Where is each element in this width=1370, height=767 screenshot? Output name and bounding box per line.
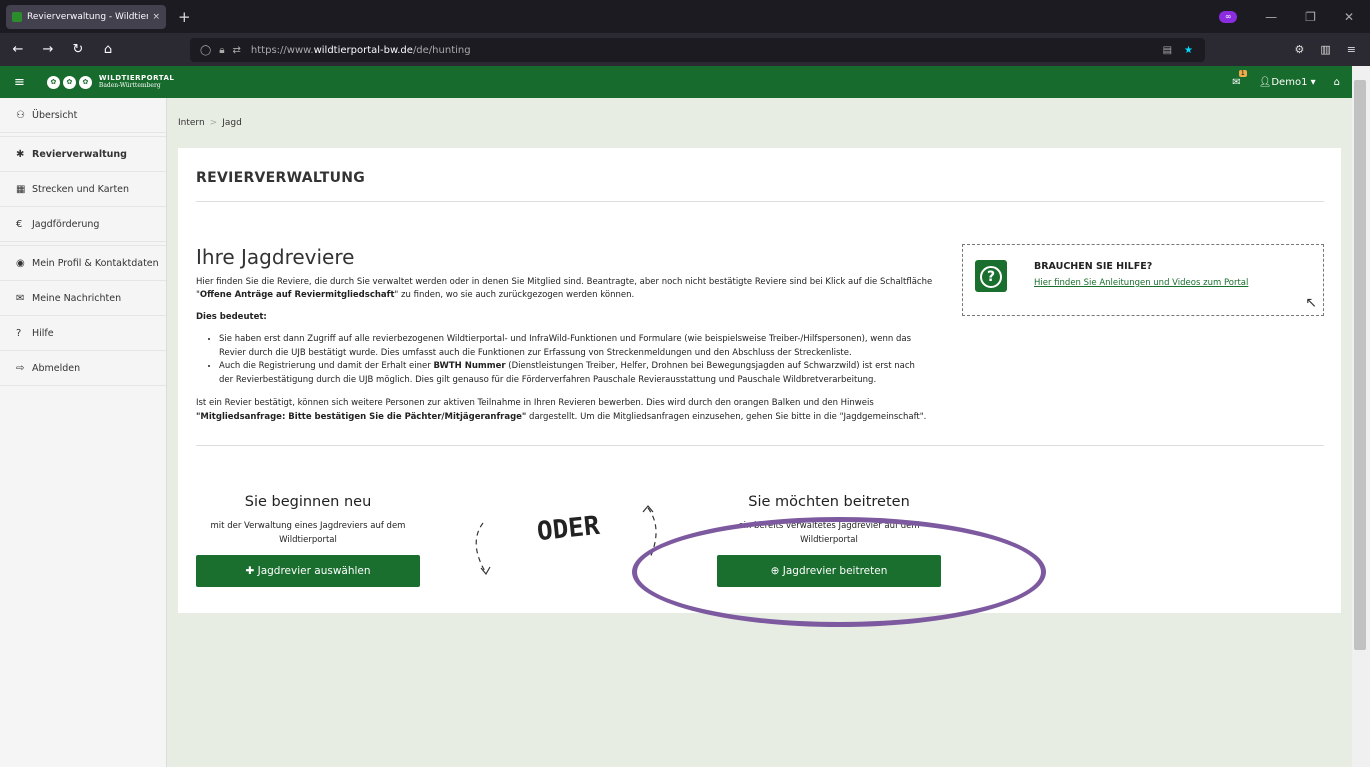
sidebar-item-uebersicht[interactable]: ⚇ Übersicht [0, 98, 166, 133]
site-header: ≡ ✿ ✿ ✿ WILDTIERPORTAL Baden-Württemberg… [0, 66, 1352, 98]
list-item: Auch die Registrierung und damit der Erh… [219, 360, 929, 387]
url-bar[interactable]: ◯ 🔒︎ ⇄ https://www.wildtierportal-bw.de/… [190, 38, 1205, 62]
plus-icon: ✚ [245, 565, 258, 577]
private-mask-icon: ∞ [1219, 10, 1238, 23]
minimize-icon[interactable]: — [1265, 10, 1277, 24]
url-text: https://www.wildtierportal-bw.de/de/hunt… [250, 44, 471, 56]
help-question-icon: ? [975, 260, 1007, 292]
arrow-doodle-icon: ↖ [1305, 295, 1317, 311]
annotation-ellipse [632, 517, 1046, 627]
breadcrumb-jagd: Jagd [222, 118, 242, 128]
logo-paw-icon: ✿ [46, 75, 60, 89]
section-heading: Ihre Jagdreviere [196, 245, 355, 269]
close-window-icon[interactable]: ✕ [1344, 10, 1354, 24]
logo-bird-icon: ✿ [62, 75, 76, 89]
messages-envelope-icon[interactable]: ✉ 1 [1232, 69, 1247, 88]
browser-toolbar-right: ⚙ ▥ ≡ [1295, 33, 1357, 66]
lock-icon: 🔒︎ [219, 44, 225, 56]
dies-bedeutet: Dies bedeutet: [196, 312, 267, 322]
outro-text: Ist ein Revier bestätigt, können sich we… [196, 398, 927, 422]
logout-icon: ⇨ [16, 362, 25, 374]
home-nav-icon[interactable]: ⌂ [1334, 77, 1340, 88]
window-controls: ∞ — ❐ ✕ [1219, 0, 1370, 33]
restore-icon[interactable]: ❐ [1305, 10, 1316, 24]
dashboard-icon: ⚇ [16, 109, 25, 121]
select-revier-button[interactable]: ✚ Jagdrevier auswählen [196, 555, 420, 587]
shield-icon: ◯ [200, 44, 212, 56]
logo-fish-icon: ✿ [78, 75, 92, 89]
join-title: Sie möchten beitreten [748, 494, 910, 510]
bookmark-star-icon[interactable]: ★ [1184, 45, 1193, 56]
sidebar-item-nachrichten[interactable]: ✉ Meine Nachrichten [0, 281, 166, 316]
scrollbar-thumb[interactable] [1354, 80, 1366, 650]
divider [196, 201, 1324, 202]
tab-title: Revierverwaltung - Wildtierport [27, 11, 149, 22]
question-icon: ? [16, 327, 22, 339]
divider [196, 445, 1324, 446]
sidebar-item-hilfe[interactable]: ? Hilfe [0, 316, 166, 351]
list-item: Sie haben erst dann Zugriff auf alle rev… [219, 333, 929, 360]
messages-badge: 1 [1238, 69, 1247, 77]
info-list: Sie haben erst dann Zugriff auf alle rev… [214, 333, 929, 387]
gear-icon: ✱ [16, 148, 25, 160]
menu-icon[interactable]: ≡ [1347, 43, 1356, 56]
browser-tab[interactable]: Revierverwaltung - Wildtierport × [6, 4, 166, 29]
intro-text: Hier finden Sie die Reviere, die durch S… [196, 277, 933, 300]
user-menu[interactable]: 👤︎Demo1 ▾ [1259, 77, 1316, 88]
new-title: Sie beginnen neu [244, 494, 372, 510]
page-title: REVIERVERWALTUNG [196, 170, 366, 186]
sidebar-item-abmelden[interactable]: ⇨ Abmelden [0, 351, 166, 386]
sidebar-item-profil[interactable]: ◉ Mein Profil & Kontaktdaten [0, 246, 166, 281]
sidebar-item-jagdfoerderung[interactable]: € Jagdförderung [0, 207, 166, 242]
help-box: ? BRAUCHEN SIE HILFE? Hier finden Sie An… [962, 244, 1324, 316]
site-logo[interactable]: ✿ ✿ ✿ WILDTIERPORTAL Baden-Württemberg [46, 74, 175, 90]
help-link[interactable]: Hier finden Sie Anleitungen und Videos z… [1034, 278, 1248, 288]
reload-icon[interactable]: ↻ [66, 42, 90, 57]
browser-tabbar: Revierverwaltung - Wildtierport × + ∞ — … [0, 0, 1370, 33]
forward-icon[interactable]: → [36, 42, 60, 57]
sidebar-item-revierverwaltung[interactable]: ✱ Revierverwaltung [0, 137, 166, 172]
home-icon[interactable]: ⌂ [96, 42, 120, 57]
user-icon: ◉ [16, 257, 25, 269]
sidebar-item-strecken[interactable]: ▦ Strecken und Karten [0, 172, 166, 207]
reader-view-icon[interactable]: ▤ [1163, 45, 1172, 56]
breadcrumb-intern[interactable]: Intern [178, 118, 205, 128]
map-icon: ▦ [16, 183, 26, 195]
favicon-icon [12, 11, 22, 22]
help-title: BRAUCHEN SIE HILFE? [1034, 261, 1153, 272]
logo-text: WILDTIERPORTAL Baden-Württemberg [98, 74, 175, 89]
library-icon[interactable]: ▥ [1320, 43, 1330, 56]
hamburger-menu-icon[interactable]: ≡ [14, 75, 25, 90]
permissions-icon: ⇄ [232, 44, 241, 56]
breadcrumb: Intern > Jagd [178, 118, 242, 128]
tab-close-icon[interactable]: × [152, 12, 160, 22]
user-name: Demo1 ▾ [1271, 76, 1316, 88]
new-tab-button[interactable]: + [178, 8, 191, 26]
sidebar: ⚇ Übersicht ✱ Revierverwaltung ▦ Strecken u… [0, 98, 167, 767]
new-subtitle: mit der Verwaltung eines Jagdreviers auf… [210, 521, 406, 545]
back-icon[interactable]: ← [6, 42, 30, 57]
envelope-icon: ✉ [16, 292, 25, 304]
extensions-icon[interactable]: ⚙ [1295, 43, 1305, 56]
euro-icon: € [16, 218, 23, 230]
